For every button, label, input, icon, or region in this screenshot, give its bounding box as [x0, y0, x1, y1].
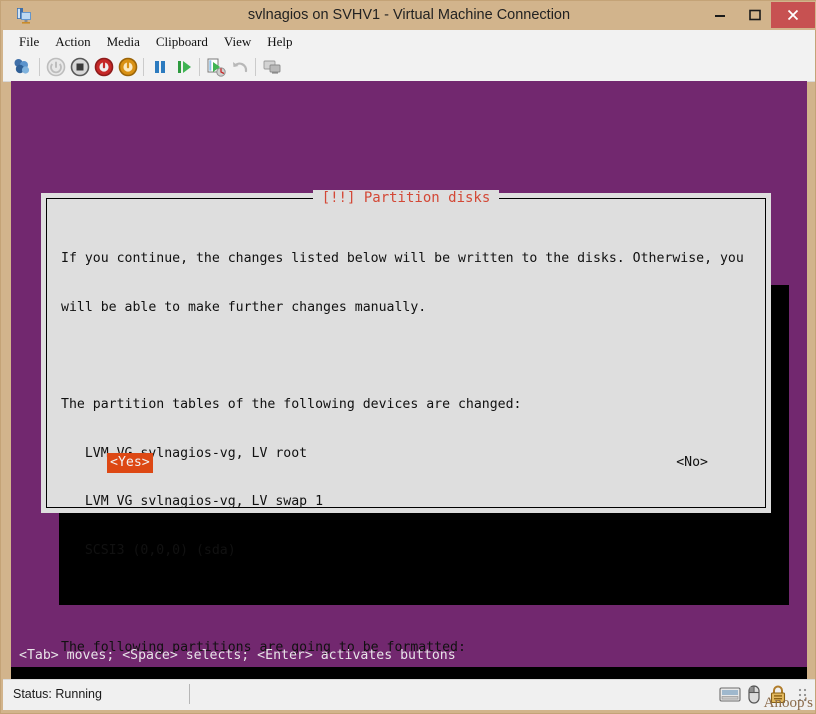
toolbar-separator — [199, 58, 200, 76]
dialog-frame: [!!] Partition disks If you continue, th… — [46, 190, 766, 655]
yes-button[interactable]: <Yes> — [107, 453, 153, 473]
keyboard-icon — [719, 684, 741, 705]
dialog-line: If you continue, the changes listed belo… — [61, 251, 744, 267]
lock-icon — [767, 684, 789, 705]
menu-bar: File Action Media Clipboard View Help — [3, 30, 815, 54]
close-button[interactable] — [771, 2, 815, 28]
dialog-body: If you continue, the changes listed belo… — [61, 219, 755, 679]
dialog-button-row: <Yes> <No> — [61, 453, 751, 473]
mouse-icon — [743, 684, 765, 705]
revert-icon[interactable] — [229, 56, 251, 78]
toolbar-separator — [39, 58, 40, 76]
dialog-line: LVM VG svlnagios-vg, LV swap_1 — [61, 494, 324, 510]
shutdown-icon[interactable] — [69, 56, 91, 78]
toolbar-separator — [255, 58, 256, 76]
dialog-title-text: [!!] Partition disks — [312, 190, 500, 206]
turn-off-icon[interactable] — [93, 56, 115, 78]
menu-item-action[interactable]: Action — [47, 30, 98, 53]
pause-icon[interactable] — [149, 56, 171, 78]
grip-dots-icon[interactable] — [797, 688, 809, 702]
menu-item-clipboard[interactable]: Clipboard — [148, 30, 216, 53]
dialog-spacer — [61, 349, 755, 365]
toolbar-separator — [143, 58, 144, 76]
dialog-line: SCSI3 (0,0,0) (sda) — [61, 543, 236, 559]
menu-item-file[interactable]: File — [11, 30, 47, 53]
installer-help-line: <Tab> moves; <Space> selects; <Enter> ac… — [19, 648, 456, 663]
menu-item-help[interactable]: Help — [259, 30, 300, 53]
menu-item-view[interactable]: View — [216, 30, 259, 53]
maximize-button[interactable] — [737, 2, 772, 28]
no-button[interactable]: <No> — [673, 453, 711, 473]
vm-display[interactable]: [!!] Partition disks If you continue, th… — [11, 81, 807, 679]
virtual-machine-connection-window: svlnagios on SVHV1 - Virtual Machine Con… — [0, 0, 816, 714]
dialog-spacer — [61, 592, 755, 608]
dialog-line: The partition tables of the following de… — [61, 397, 522, 413]
minimize-button[interactable] — [702, 2, 737, 28]
menu-item-media[interactable]: Media — [99, 30, 148, 53]
dialog-title: [!!] Partition disks — [47, 190, 765, 207]
status-separator — [189, 684, 190, 704]
snapshot-icon[interactable] — [205, 56, 227, 78]
power-on-icon[interactable] — [117, 56, 139, 78]
partition-disks-dialog: [!!] Partition disks If you continue, th… — [41, 190, 771, 655]
toolbar — [3, 53, 815, 82]
title-bar: svlnagios on SVHV1 - Virtual Machine Con… — [1, 1, 816, 30]
status-text: Status: Running — [13, 687, 102, 701]
enhanced-session-icon[interactable] — [261, 56, 283, 78]
resume-icon[interactable] — [173, 56, 195, 78]
vm-bottom-strip — [11, 667, 807, 679]
status-bar: Status: Running Anoop's — [3, 679, 815, 711]
start-icon[interactable] — [45, 56, 67, 78]
dialog-line: will be able to make further changes man… — [61, 300, 427, 316]
window-title: svlnagios on SVHV1 - Virtual Machine Con… — [247, 7, 571, 23]
ctrl-alt-delete-icon[interactable] — [11, 56, 33, 78]
